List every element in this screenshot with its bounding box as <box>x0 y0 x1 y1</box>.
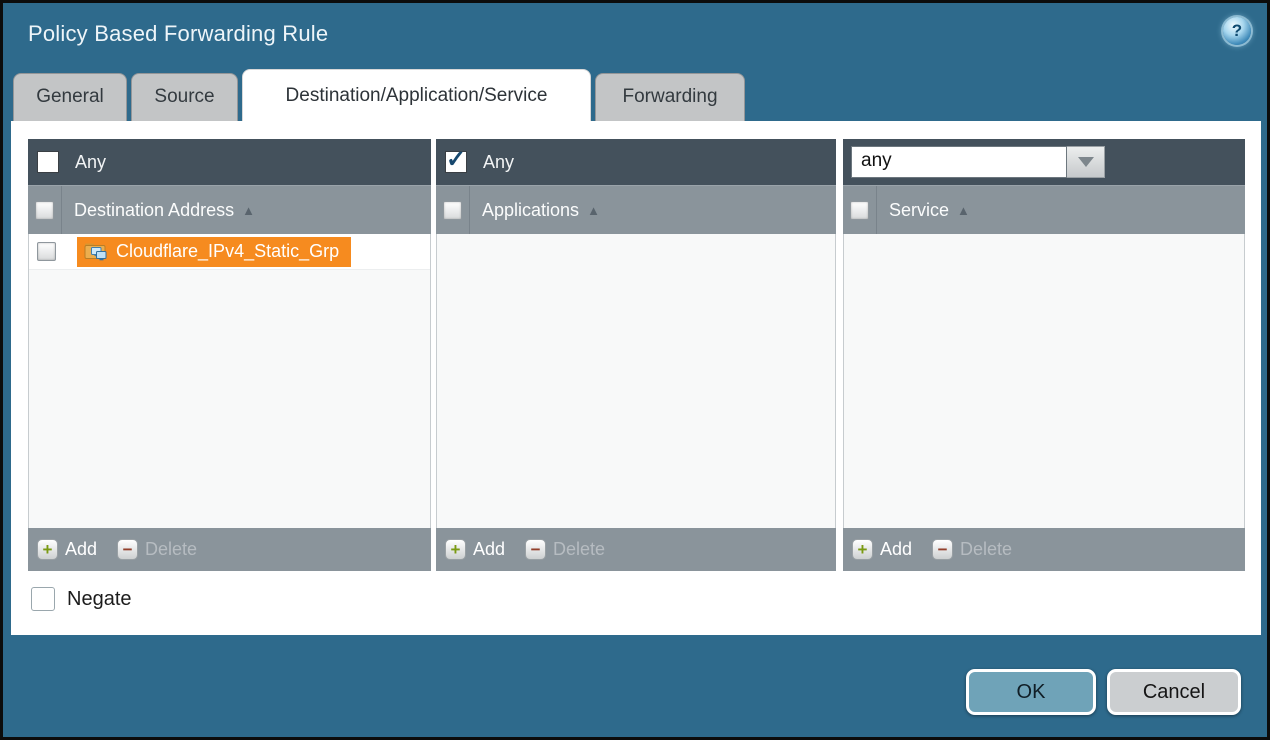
destination-any-bar: Any <box>28 139 431 185</box>
applications-any-checkbox[interactable]: ✓ <box>445 151 467 173</box>
minus-icon: − <box>117 539 138 560</box>
applications-footer: + Add − Delete <box>436 528 836 571</box>
service-header-label[interactable]: Service <box>889 200 949 221</box>
applications-column-header: Applications ▲ <box>436 185 836 234</box>
add-button[interactable]: + Add <box>852 539 912 560</box>
checkmark-icon: ✓ <box>446 151 466 169</box>
plus-icon: + <box>852 539 873 560</box>
chevron-down-icon <box>1078 157 1094 167</box>
applications-panel: ✓ Any Applications ▲ + Add − Delete <box>436 139 836 571</box>
service-column-header: Service ▲ <box>843 185 1245 234</box>
sort-ascending-icon[interactable]: ▲ <box>957 203 970 218</box>
applications-any-bar: ✓ Any <box>436 139 836 185</box>
negate-row: Negate <box>31 587 132 611</box>
negate-label: Negate <box>67 588 132 611</box>
minus-icon: − <box>932 539 953 560</box>
service-select-all-checkbox[interactable] <box>850 201 869 220</box>
dropdown-button[interactable] <box>1067 146 1105 178</box>
destination-address-header-label[interactable]: Destination Address <box>74 200 234 221</box>
sort-ascending-icon[interactable]: ▲ <box>242 203 255 218</box>
plus-icon: + <box>37 539 58 560</box>
tab-bar: General Source Destination/Application/S… <box>3 3 1267 121</box>
service-dropdown-bar: any <box>843 139 1245 185</box>
destination-address-list: Cloudflare_IPv4_Static_Grp <box>28 234 431 528</box>
delete-button[interactable]: − Delete <box>117 539 197 560</box>
any-label: Any <box>75 152 106 173</box>
service-list <box>843 234 1245 528</box>
row-checkbox[interactable] <box>37 242 56 261</box>
sort-ascending-icon[interactable]: ▲ <box>587 203 600 218</box>
service-dropdown[interactable]: any <box>851 146 1105 178</box>
add-button[interactable]: + Add <box>37 539 97 560</box>
select-all-cell <box>436 186 470 234</box>
select-all-cell <box>28 186 62 234</box>
applications-header-label[interactable]: Applications <box>482 200 579 221</box>
delete-button[interactable]: − Delete <box>932 539 1012 560</box>
policy-based-forwarding-rule-dialog: Policy Based Forwarding Rule ? General S… <box>0 0 1270 740</box>
delete-button[interactable]: − Delete <box>525 539 605 560</box>
applications-list <box>436 234 836 528</box>
destination-address-panel: Any Destination Address ▲ <box>28 139 431 571</box>
address-group-icon <box>84 242 108 262</box>
tab-destination-application-service[interactable]: Destination/Application/Service <box>242 69 591 121</box>
destination-footer: + Add − Delete <box>28 528 431 571</box>
address-group-chip[interactable]: Cloudflare_IPv4_Static_Grp <box>77 237 351 267</box>
plus-icon: + <box>445 539 466 560</box>
select-all-cell <box>843 186 877 234</box>
ok-button[interactable]: OK <box>966 669 1096 715</box>
content-panel: Any Destination Address ▲ <box>11 121 1261 635</box>
address-group-name: Cloudflare_IPv4_Static_Grp <box>116 241 339 262</box>
destination-address-column-header: Destination Address ▲ <box>28 185 431 234</box>
tab-source[interactable]: Source <box>131 73 238 121</box>
any-label: Any <box>483 152 514 173</box>
row-checkbox-cell <box>29 242 63 261</box>
destination-any-checkbox[interactable] <box>37 151 59 173</box>
negate-checkbox[interactable] <box>31 587 55 611</box>
list-item[interactable]: Cloudflare_IPv4_Static_Grp <box>29 234 430 270</box>
tab-forwarding[interactable]: Forwarding <box>595 73 745 121</box>
service-footer: + Add − Delete <box>843 528 1245 571</box>
service-dropdown-value[interactable]: any <box>851 146 1067 178</box>
applications-select-all-checkbox[interactable] <box>443 201 462 220</box>
add-button[interactable]: + Add <box>445 539 505 560</box>
tab-general[interactable]: General <box>13 73 127 121</box>
service-panel: any Service ▲ + Add <box>843 139 1245 571</box>
cancel-button[interactable]: Cancel <box>1107 669 1241 715</box>
destination-select-all-checkbox[interactable] <box>35 201 54 220</box>
minus-icon: − <box>525 539 546 560</box>
